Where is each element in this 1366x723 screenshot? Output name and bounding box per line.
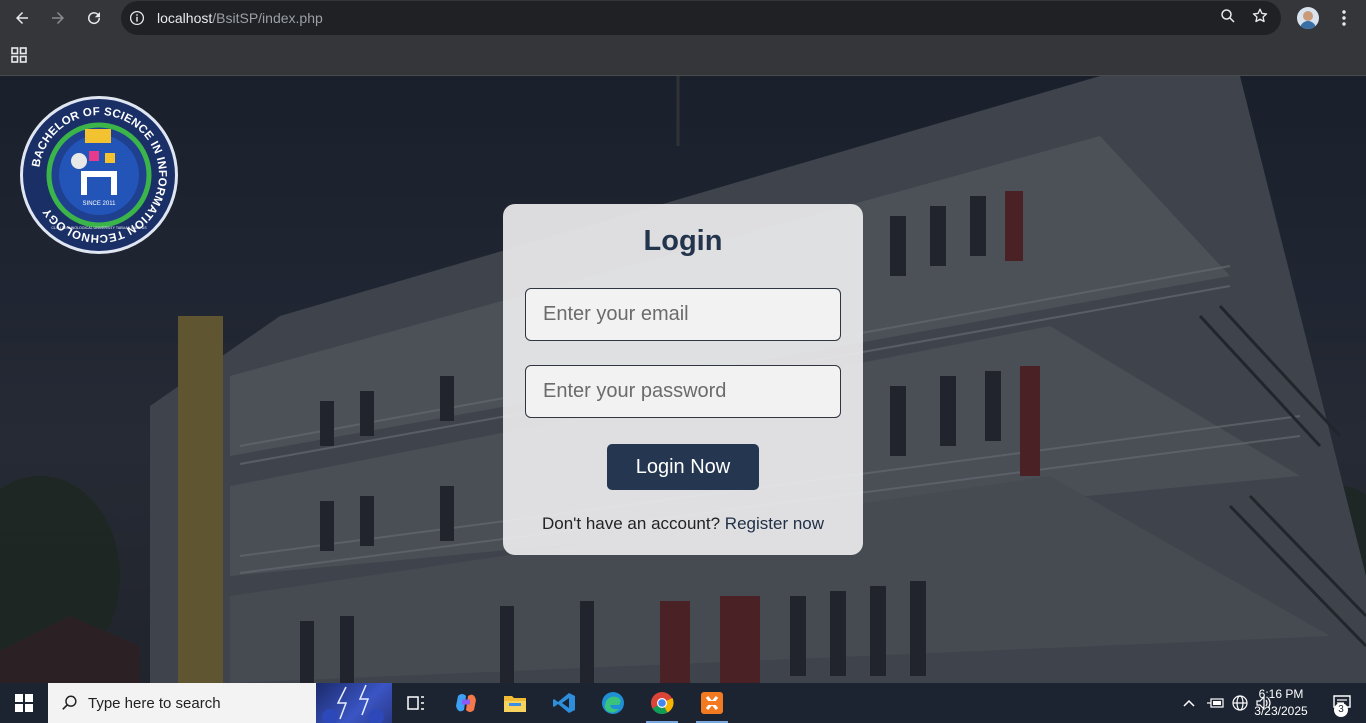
back-button[interactable] bbox=[4, 0, 40, 36]
arrow-right-icon bbox=[52, 12, 64, 24]
bookmarks-bar bbox=[0, 36, 1366, 76]
email-input[interactable] bbox=[525, 288, 841, 341]
xampp-icon[interactable] bbox=[688, 683, 736, 723]
clock-time: 6:16 PM bbox=[1258, 687, 1304, 701]
forward-button[interactable] bbox=[40, 0, 76, 36]
network-globe-icon[interactable] bbox=[1228, 695, 1252, 711]
bsit-logo: BACHELOR OF SCIENCE IN INFORMATION TECHN… bbox=[20, 96, 178, 254]
edge-icon[interactable] bbox=[589, 683, 637, 723]
login-page: BACHELOR OF SCIENCE IN INFORMATION TECHN… bbox=[0, 76, 1366, 683]
bookmark-star-icon[interactable] bbox=[1251, 7, 1269, 30]
apps-grid-icon[interactable] bbox=[11, 47, 27, 63]
zoom-icon[interactable] bbox=[1219, 7, 1237, 30]
copilot-icon[interactable] bbox=[442, 683, 490, 723]
arrow-left-icon bbox=[16, 12, 28, 24]
battery-icon[interactable] bbox=[1204, 697, 1228, 709]
taskbar-search-box[interactable]: Type here to search bbox=[48, 683, 392, 723]
search-placeholder: Type here to search bbox=[88, 695, 221, 712]
login-title: Login bbox=[643, 225, 723, 257]
search-icon bbox=[62, 695, 77, 710]
file-explorer-icon[interactable] bbox=[491, 683, 539, 723]
vscode-icon[interactable] bbox=[540, 683, 588, 723]
search-highlight-image bbox=[316, 683, 392, 723]
register-prompt: Don't have an account? Register now bbox=[503, 514, 863, 534]
start-button[interactable] bbox=[0, 683, 48, 723]
browser-menu-icon[interactable] bbox=[1334, 0, 1354, 36]
task-view-icon[interactable] bbox=[392, 683, 440, 723]
register-now-link[interactable]: Register now bbox=[725, 514, 824, 533]
login-card: Login Login Now Don't have an account? R… bbox=[503, 204, 863, 555]
logo-seal-graphic: BACHELOR OF SCIENCE IN INFORMATION TECHN… bbox=[30, 106, 167, 244]
windows-taskbar: Type here to search 6:16 PM 3/23/2025 3 bbox=[0, 683, 1366, 723]
profile-avatar[interactable] bbox=[1297, 7, 1319, 29]
show-hidden-icons-chevron-icon[interactable] bbox=[1180, 699, 1198, 707]
password-input[interactable] bbox=[525, 365, 841, 418]
register-prompt-text: Don't have an account? bbox=[541, 514, 721, 533]
chrome-icon[interactable] bbox=[638, 683, 686, 723]
logo-bottom-text: CLSU TECHNOLOGICAL UNIVERSITY TABUAN CAM… bbox=[51, 226, 147, 230]
address-bar[interactable]: localhost/BsitSP/index.php bbox=[121, 1, 1281, 35]
url-path: /BsitSP/index.php bbox=[212, 10, 323, 26]
browser-toolbar: localhost/BsitSP/index.php bbox=[0, 0, 1366, 36]
url-text: localhost/BsitSP/index.php bbox=[157, 10, 323, 26]
url-host: localhost bbox=[157, 10, 213, 26]
notification-count-badge: 3 bbox=[1334, 703, 1348, 717]
taskbar-clock[interactable]: 6:16 PM 3/23/2025 bbox=[1250, 686, 1312, 720]
logo-since-text: SINCE 2011 bbox=[83, 201, 117, 207]
reload-icon bbox=[88, 12, 101, 25]
clock-date: 3/23/2025 bbox=[1254, 704, 1308, 718]
login-now-button[interactable]: Login Now bbox=[607, 444, 759, 490]
reload-button[interactable] bbox=[76, 0, 112, 36]
site-info-icon[interactable] bbox=[129, 10, 145, 26]
windows-logo-icon bbox=[15, 694, 33, 712]
